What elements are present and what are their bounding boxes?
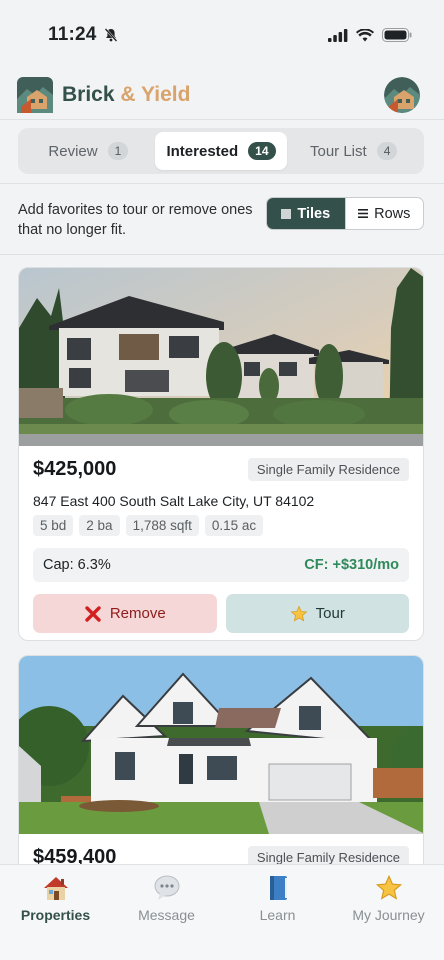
signal-icon — [328, 28, 348, 42]
rows-toggle-button[interactable]: Rows — [344, 198, 424, 229]
metrics-row: Cap: 6.3% CF: +$310/mo — [33, 548, 409, 582]
lot-chip: 0.15 ac — [204, 515, 264, 536]
bell-muted-icon — [104, 28, 117, 42]
bottom-nav: Properties Message Learn My Journey — [0, 864, 444, 960]
cash-flow: CF: +$310/mo — [304, 557, 399, 573]
sqft-chip: 1,788 sqft — [125, 515, 199, 536]
tab-count-badge: 1 — [107, 142, 129, 160]
avatar-logo-icon — [384, 77, 420, 113]
card-actions: Remove Tour — [33, 594, 409, 633]
app-header: Brick & Yield — [0, 70, 444, 120]
status-bar: 11:24 — [0, 0, 444, 70]
brand-name: Brick & Yield — [62, 83, 191, 106]
tab-review[interactable]: Review 1 — [22, 132, 155, 170]
nav-my-journey[interactable]: My Journey — [333, 873, 444, 960]
view-toggle: Tiles Rows — [266, 197, 424, 230]
status-icons — [328, 28, 412, 42]
remove-button[interactable]: Remove — [33, 594, 217, 633]
tabs-divider — [0, 183, 444, 184]
status-time: 11:24 — [48, 24, 119, 46]
property-type-badge: Single Family Residence — [247, 458, 409, 481]
tiles-icon — [281, 208, 292, 219]
speech-bubble-icon — [152, 873, 182, 903]
tour-button[interactable]: Tour — [225, 594, 409, 633]
listing-card[interactable]: $425,000 Single Family Residence 847 Eas… — [18, 267, 424, 641]
brand[interactable]: Brick & Yield — [17, 77, 190, 113]
star-icon — [290, 605, 308, 622]
property-photo[interactable] — [19, 656, 424, 834]
star-icon — [374, 873, 404, 903]
list-divider — [0, 254, 444, 255]
listing-card[interactable]: $459,400 Single Family Residence — [18, 655, 424, 885]
house-icon — [41, 873, 71, 903]
property-photo[interactable] — [19, 268, 424, 446]
tiles-toggle-button[interactable]: Tiles — [267, 198, 345, 229]
brand-logo-icon — [17, 77, 53, 113]
header-divider — [0, 119, 444, 120]
card-body: $425,000 Single Family Residence 847 Eas… — [19, 446, 423, 633]
nav-properties[interactable]: Properties — [0, 873, 111, 960]
segment-tabs: Review 1 Interested 14 Tour List 4 — [18, 128, 424, 174]
avatar[interactable] — [384, 77, 420, 113]
tab-count-badge: 4 — [376, 142, 398, 160]
tab-interested[interactable]: Interested 14 — [154, 132, 288, 170]
x-mark-icon — [85, 605, 101, 622]
nav-message[interactable]: Message — [111, 873, 222, 960]
rows-icon — [358, 209, 369, 218]
baths-chip: 2 ba — [79, 515, 120, 536]
tab-tour-list[interactable]: Tour List 4 — [287, 132, 420, 170]
book-icon — [263, 873, 293, 903]
helper-text: Add favorites to tour or remove ones tha… — [18, 202, 253, 238]
beds-chip: 5 bd — [33, 515, 74, 536]
tab-count-badge: 14 — [248, 142, 276, 160]
listing-address: 847 East 400 South Salt Lake City, UT 84… — [33, 493, 315, 509]
wifi-icon — [356, 28, 374, 41]
nav-learn[interactable]: Learn — [222, 873, 333, 960]
battery-icon — [382, 28, 412, 42]
listing-facts: 5 bd 2 ba 1,788 sqft 0.15 ac — [33, 515, 409, 536]
cap-rate: Cap: 6.3% — [43, 557, 111, 573]
